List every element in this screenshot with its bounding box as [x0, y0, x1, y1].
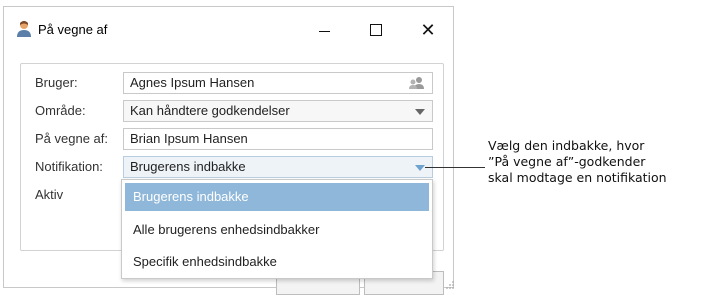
title-bar[interactable]: På vegne af ✕	[4, 7, 453, 49]
on-behalf-value: Brian Ipsum Hansen	[130, 131, 248, 146]
minimize-button[interactable]	[304, 15, 344, 45]
chevron-down-icon	[415, 165, 425, 171]
chevron-down-icon	[415, 109, 425, 115]
on-behalf-label: På vegne af:	[35, 131, 108, 146]
dropdown-option[interactable]: Alle brugerens enhedsindbakker	[125, 216, 429, 244]
dropdown-option[interactable]: Specifik enhedsindbakke	[125, 248, 429, 276]
minimize-icon	[318, 30, 330, 32]
user-icon	[17, 21, 31, 37]
maximize-icon	[370, 24, 382, 36]
close-button[interactable]: ✕	[408, 15, 448, 45]
notification-label: Notifikation:	[35, 159, 103, 174]
notification-value: Brugerens indbakke	[130, 159, 246, 174]
callout-line	[425, 167, 485, 168]
notification-dropdown: Brugerens indbakke Alle brugerens enheds…	[121, 179, 433, 279]
area-value: Kan håndtere godkendelser	[130, 103, 290, 118]
callout-line-1: Vælg den indbakke, hvor	[488, 138, 645, 153]
user-value: Agnes Ipsum Hansen	[130, 75, 255, 90]
area-label: Område:	[35, 103, 86, 118]
user-field[interactable]: Agnes Ipsum Hansen	[123, 72, 433, 94]
callout-line-2: ”På vegne af”-godkender	[488, 154, 646, 169]
notification-select[interactable]: Brugerens indbakke	[123, 156, 433, 178]
dropdown-option[interactable]: Brugerens indbakke	[125, 183, 429, 211]
on-behalf-field[interactable]: Brian Ipsum Hansen	[123, 128, 433, 150]
callout-line-3: skal modtage en notifikation	[488, 170, 667, 185]
active-label: Aktiv	[35, 187, 64, 202]
resize-grip-icon[interactable]	[445, 280, 455, 290]
maximize-button[interactable]	[356, 15, 396, 45]
close-icon: ✕	[420, 19, 436, 40]
user-label: Bruger:	[35, 75, 78, 90]
area-select[interactable]: Kan håndtere godkendelser	[123, 100, 433, 122]
window-title: På vegne af	[38, 22, 108, 37]
users-icon[interactable]	[408, 76, 426, 90]
callout-text: Vælg den indbakke, hvor ”På vegne af”-go…	[488, 138, 720, 186]
